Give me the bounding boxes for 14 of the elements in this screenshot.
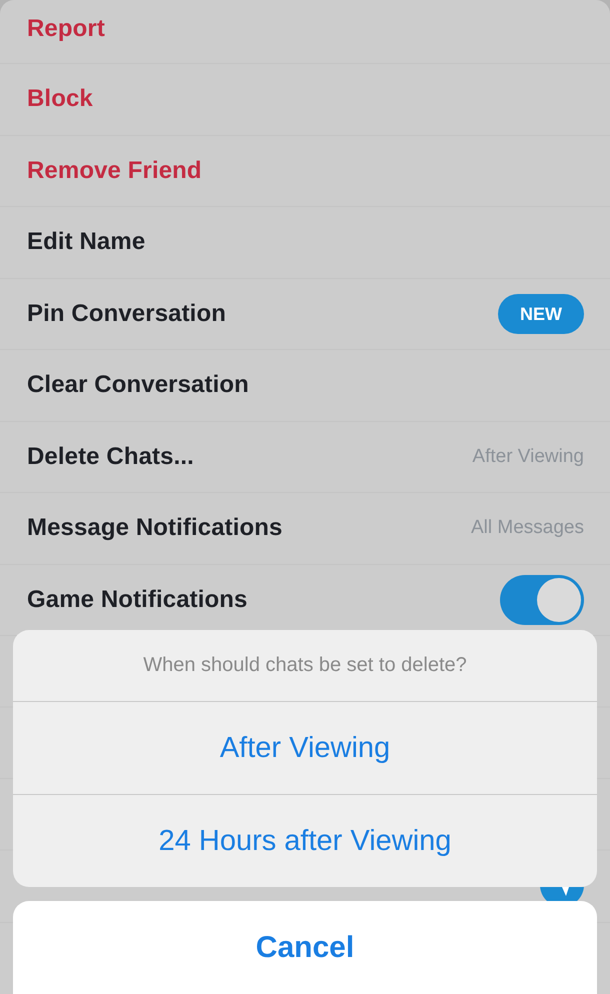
menu-item[interactable]: Delete Chats... bbox=[27, 442, 194, 471]
menu-item[interactable]: Clear Conversation bbox=[27, 371, 249, 400]
sheet-option[interactable]: 24 Hours after Viewing bbox=[13, 794, 597, 887]
toggle-switch[interactable] bbox=[500, 574, 584, 625]
menu-item[interactable]: Game Notifications bbox=[27, 586, 248, 614]
menu-item[interactable]: Message Notifications bbox=[27, 514, 282, 542]
sheet-option[interactable]: After Viewing bbox=[13, 701, 597, 794]
setting-value: After Viewing bbox=[472, 446, 584, 468]
setting-value: All Messages bbox=[471, 517, 584, 540]
sheet-title: When should chats be set to delete? bbox=[143, 654, 467, 677]
menu-item[interactable]: Edit Name bbox=[27, 228, 146, 256]
menu-item[interactable]: Pin Conversation bbox=[27, 300, 226, 328]
new-badge: NEW bbox=[498, 294, 584, 334]
cancel-button[interactable]: Cancel bbox=[13, 901, 597, 994]
